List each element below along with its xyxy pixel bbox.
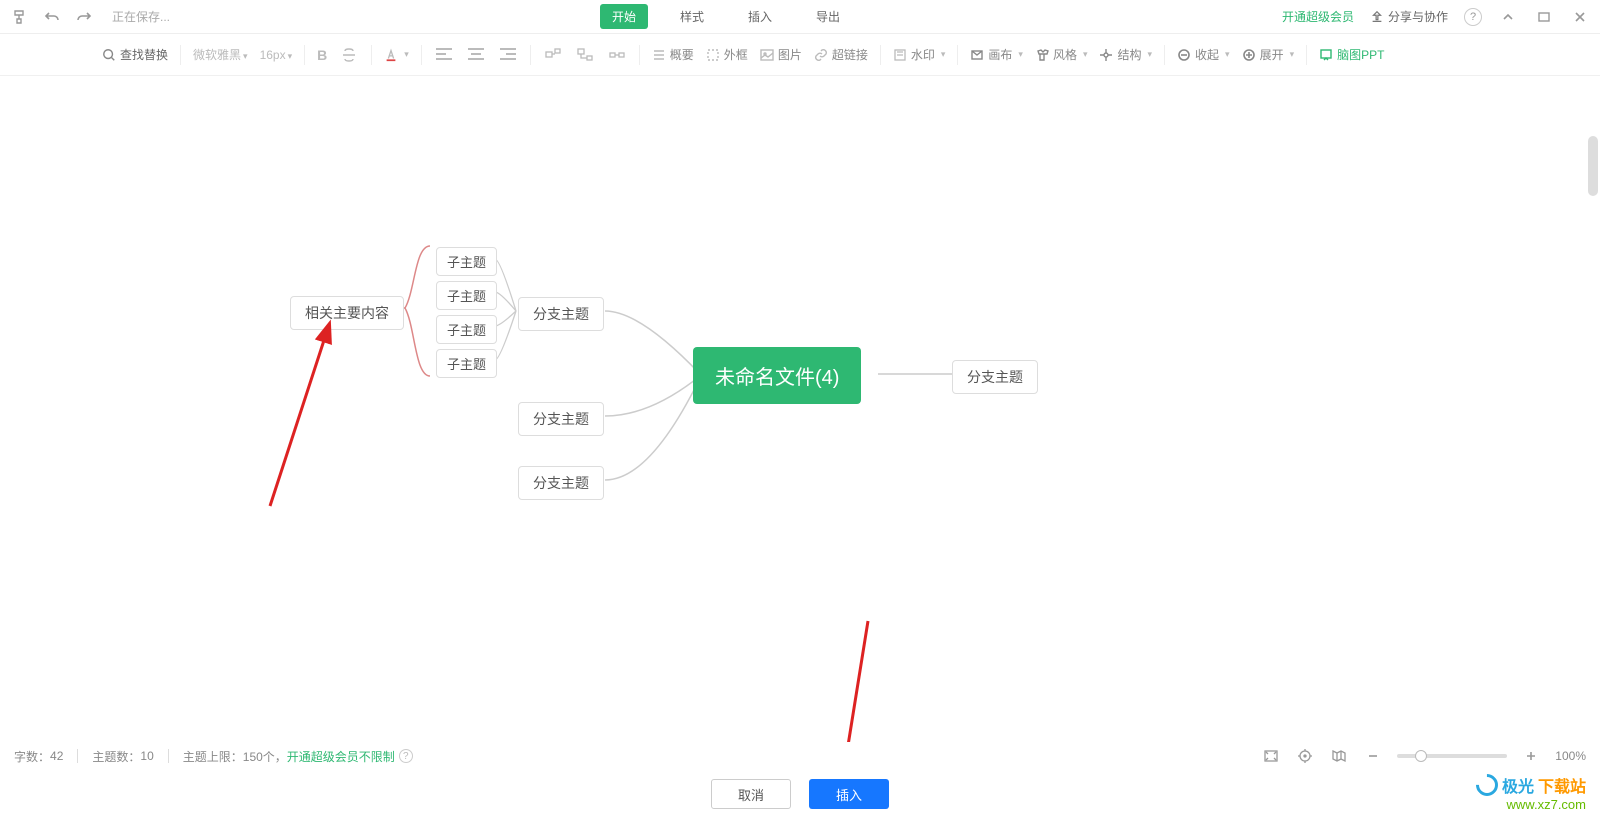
font-family-select[interactable]: 微软雅黑: [193, 46, 248, 63]
align-left-button[interactable]: [434, 45, 454, 65]
topiclimit-value: 150个，: [243, 748, 287, 765]
unlimited-link[interactable]: 开通超级会员不限制: [287, 748, 395, 765]
maximize-icon[interactable]: [1534, 7, 1554, 27]
font-size-select[interactable]: 16px: [260, 48, 293, 62]
branch-node-left-1[interactable]: 分支主题: [518, 297, 604, 331]
theme-button[interactable]: 风格: [1035, 46, 1088, 63]
insert-topic-button[interactable]: [543, 45, 563, 65]
frame-label: 外框: [724, 46, 748, 63]
share-icon: [1370, 10, 1384, 24]
status-bar: 字数： 42 主题数： 10 主题上限： 150个， 开通超级会员不限制 ? 1…: [0, 742, 1600, 770]
theme-label: 风格: [1053, 46, 1077, 63]
link-icon: [814, 48, 828, 62]
zoom-slider[interactable]: [1397, 754, 1507, 758]
canvas-label: 画布: [988, 46, 1012, 63]
insert-button[interactable]: 插入: [809, 779, 889, 809]
topiccount-label: 主题数：: [92, 748, 140, 765]
expand-label: 展开: [1260, 46, 1284, 63]
vip-link[interactable]: 开通超级会员: [1282, 8, 1354, 25]
search-label: 查找替换: [120, 46, 168, 63]
zoom-in-button[interactable]: [1521, 746, 1541, 766]
child-node-1[interactable]: 子主题: [436, 247, 497, 276]
tab-export[interactable]: 导出: [804, 4, 852, 29]
tab-insert[interactable]: 插入: [736, 4, 784, 29]
align-center-button[interactable]: [466, 45, 486, 65]
map-view-icon[interactable]: [1329, 746, 1349, 766]
bold-button[interactable]: B: [317, 47, 327, 63]
outline-label: 概要: [670, 46, 694, 63]
watermark-label: 水印: [911, 46, 935, 63]
zoom-out-button[interactable]: [1363, 746, 1383, 766]
image-icon: [760, 48, 774, 62]
child-node-2[interactable]: 子主题: [436, 281, 497, 310]
cancel-button[interactable]: 取消: [711, 779, 791, 809]
fit-screen-icon[interactable]: [1261, 746, 1281, 766]
mindppt-button[interactable]: 脑图PPT: [1319, 46, 1384, 63]
wordcount-value: 42: [50, 749, 63, 763]
locate-center-icon[interactable]: [1295, 746, 1315, 766]
align-right-button[interactable]: [498, 45, 518, 65]
saving-status: 正在保存...: [112, 8, 170, 25]
tab-style[interactable]: 样式: [668, 4, 716, 29]
child-node-3[interactable]: 子主题: [436, 315, 497, 344]
insert-relation-button[interactable]: [607, 45, 627, 65]
share-label: 分享与协作: [1388, 8, 1448, 25]
undo-icon[interactable]: [42, 7, 62, 27]
search-replace-button[interactable]: 查找替换: [102, 46, 168, 63]
structure-icon: [1099, 48, 1113, 62]
watermark-icon: [893, 48, 907, 62]
expand-button[interactable]: 展开: [1242, 46, 1295, 63]
collapse-button[interactable]: 收起: [1177, 46, 1230, 63]
frame-icon: [706, 48, 720, 62]
ppt-icon: [1319, 48, 1333, 62]
branch-node-left-3[interactable]: 分支主题: [518, 466, 604, 500]
canvas-button[interactable]: 画布: [970, 46, 1023, 63]
collapse-icon: [1177, 48, 1191, 62]
canvas-icon: [970, 48, 984, 62]
structure-label: 结构: [1117, 46, 1141, 63]
annotation-arrow-1: [250, 316, 340, 516]
image-button[interactable]: 图片: [760, 46, 802, 63]
branch-node-left-2[interactable]: 分支主题: [518, 402, 604, 436]
font-color-icon: [384, 48, 398, 62]
hyperlink-button[interactable]: 超链接: [814, 46, 868, 63]
branch-node-right[interactable]: 分支主题: [952, 360, 1038, 394]
strikethrough-button[interactable]: [339, 45, 359, 65]
formatting-toolbar: 查找替换 微软雅黑 16px B 概要 外框 图片 超链接 水印 画布 风格: [0, 34, 1600, 76]
style-icon: [1035, 48, 1049, 62]
wordcount-label: 字数：: [14, 748, 50, 765]
structure-button[interactable]: 结构: [1099, 46, 1152, 63]
mindmap-canvas[interactable]: 未命名文件(4) 分支主题 分支主题 分支主题 分支主题 相关主要内容 子主题 …: [0, 76, 1600, 708]
outline-button[interactable]: 概要: [652, 46, 694, 63]
redo-icon[interactable]: [74, 7, 94, 27]
font-color-button[interactable]: [384, 48, 409, 62]
help-icon-small[interactable]: ?: [399, 749, 413, 763]
outline-icon: [652, 48, 666, 62]
dialog-buttons: 取消 插入: [0, 774, 1600, 814]
frame-button[interactable]: 外框: [706, 46, 748, 63]
zoom-value: 100%: [1555, 749, 1586, 763]
center-node[interactable]: 未命名文件(4): [693, 347, 861, 404]
share-button[interactable]: 分享与协作: [1370, 8, 1448, 25]
collapse-label: 收起: [1195, 46, 1219, 63]
chevron-up-icon[interactable]: [1498, 7, 1518, 27]
hyperlink-label: 超链接: [832, 46, 868, 63]
topiclimit-label: 主题上限：: [183, 748, 243, 765]
title-bar: 正在保存... 开始 样式 插入 导出 开通超级会员 分享与协作 ?: [0, 0, 1600, 34]
help-icon[interactable]: ?: [1464, 8, 1482, 26]
search-icon: [102, 48, 116, 62]
child-node-4[interactable]: 子主题: [436, 349, 497, 378]
close-icon[interactable]: [1570, 7, 1590, 27]
related-content-node[interactable]: 相关主要内容: [290, 296, 404, 330]
tab-start[interactable]: 开始: [600, 4, 648, 29]
expand-icon: [1242, 48, 1256, 62]
mindppt-label: 脑图PPT: [1337, 46, 1384, 63]
format-painter-icon[interactable]: [10, 7, 30, 27]
watermark-button[interactable]: 水印: [893, 46, 946, 63]
image-label: 图片: [778, 46, 802, 63]
scrollbar[interactable]: [1588, 136, 1598, 196]
insert-subtopic-button[interactable]: [575, 45, 595, 65]
topiccount-value: 10: [140, 749, 153, 763]
